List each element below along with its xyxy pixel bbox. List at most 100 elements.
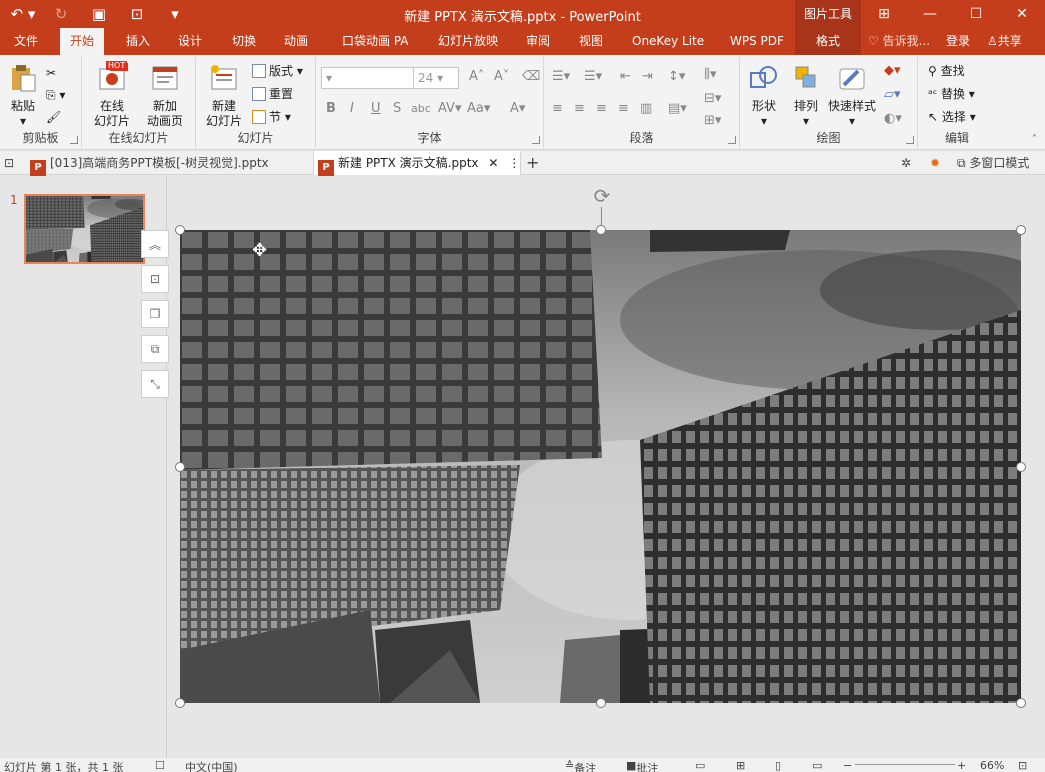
collapse-tools-icon[interactable]: ︽ — [141, 230, 169, 258]
resize-handle-top[interactable] — [596, 225, 606, 235]
share-button[interactable]: ♙共享 — [987, 28, 1022, 55]
tab-wps-pdf[interactable]: WPS PDF — [720, 28, 794, 55]
grow-font-icon[interactable]: A˄ — [469, 69, 484, 84]
picture-replace-icon[interactable]: ⧉ — [141, 335, 169, 363]
text-direction-icon[interactable]: ⫼▾ — [704, 67, 717, 82]
shape-fill-icon[interactable]: ◆▾ — [884, 63, 901, 78]
resize-icon[interactable]: ⤡ — [141, 370, 169, 398]
increase-indent-icon[interactable]: ⇥ — [642, 69, 653, 84]
new-animation-page-button[interactable]: 新加 动画页 — [140, 63, 190, 129]
distributed-icon[interactable]: ▥ — [640, 101, 652, 116]
find-button[interactable]: ⚲ 查找 — [928, 61, 965, 81]
font-size-combo[interactable]: 24 ▾ — [413, 67, 459, 89]
rotate-handle-icon[interactable]: ⟳ — [590, 184, 614, 208]
pin-icon[interactable]: ✲ — [901, 151, 911, 175]
resize-handle-bottom[interactable] — [596, 698, 606, 708]
crop-center-icon[interactable]: ⊡ — [141, 265, 169, 293]
font-name-combo[interactable]: ▾ — [321, 67, 417, 89]
zoom-level[interactable]: 66% — [980, 759, 1004, 772]
paste-button[interactable]: 粘贴 ▾ — [6, 63, 40, 129]
tab-pocket-animation[interactable]: 口袋动画 PA — [332, 28, 419, 55]
tab-format[interactable]: 格式 — [795, 28, 861, 55]
decrease-indent-icon[interactable]: ⇤ — [620, 69, 631, 84]
resize-handle-top-left[interactable] — [175, 225, 185, 235]
tab-review[interactable]: 审阅 — [516, 28, 560, 55]
format-painter-icon[interactable]: 🖌 — [46, 107, 61, 127]
bold-icon[interactable]: B — [326, 101, 336, 116]
font-color-icon[interactable]: A▾ — [510, 101, 525, 116]
tab-onekey-lite[interactable]: OneKey Lite — [622, 28, 714, 55]
comments-button[interactable]: ■ 批注 — [626, 759, 658, 772]
reading-view-icon[interactable]: ▯ — [775, 759, 781, 772]
maximize-icon[interactable]: ☐ — [953, 0, 999, 28]
columns-icon[interactable]: ▤▾ — [668, 101, 687, 116]
layout-button[interactable]: 版式 ▾ — [252, 61, 303, 81]
italic-icon[interactable]: I — [350, 101, 354, 116]
replace-button[interactable]: ᵃᶜ 替换 ▾ — [928, 84, 975, 104]
tell-me-box[interactable]: ♡ 告诉我... — [868, 28, 930, 55]
login-link[interactable]: 登录 — [946, 28, 970, 55]
drawing-launcher[interactable] — [906, 136, 914, 144]
shape-effects-icon[interactable]: ◐▾ — [884, 111, 902, 126]
quick-styles-button[interactable]: 快速样式 ▾ — [826, 63, 878, 129]
resize-handle-bottom-left[interactable] — [175, 698, 185, 708]
tab-slideshow[interactable]: 幻灯片放映 — [428, 28, 508, 55]
justify-icon[interactable]: ≡ — [618, 101, 629, 116]
char-spacing-icon[interactable]: AV▾ — [438, 101, 461, 116]
notes-button[interactable]: ≙ 备注 — [565, 759, 596, 772]
slide-sorter-icon[interactable]: ⊞ — [736, 759, 745, 772]
doc-tab-1[interactable]: P [013]高端商务PPT模板[-树灵视觉].pptx — [28, 151, 312, 176]
resize-handle-top-right[interactable] — [1016, 225, 1026, 235]
shrink-font-icon[interactable]: A˅ — [494, 69, 509, 84]
select-button[interactable]: ↖ 选择 ▾ — [928, 107, 976, 127]
slide-picture[interactable] — [180, 230, 1021, 703]
line-spacing-icon[interactable]: ↕▾ — [668, 69, 685, 84]
tab-animations[interactable]: 动画 — [274, 28, 318, 55]
zoom-slider[interactable] — [855, 764, 955, 765]
settings-gear-icon[interactable]: ✹ — [930, 151, 940, 175]
doc-tab-2[interactable]: P 新建 PPTX 演示文稿.pptx ✕ ⋮ — [313, 151, 521, 176]
cut-icon[interactable]: ✂ — [46, 63, 56, 83]
collapse-ribbon-icon[interactable]: ˄ — [1032, 134, 1037, 145]
underline-icon[interactable]: U — [371, 101, 381, 116]
copy-icon[interactable]: ⎘ ▾ — [46, 85, 65, 105]
tab-design[interactable]: 设计 — [168, 28, 212, 55]
zoom-out-icon[interactable]: − — [843, 759, 852, 772]
language-indicator[interactable]: 中文(中国) — [185, 759, 238, 772]
tab-file[interactable]: 文件 — [4, 28, 48, 55]
arrange-button[interactable]: 排列 ▾ — [786, 63, 826, 129]
layer-icon[interactable]: ❐ — [141, 300, 169, 328]
numbering-icon[interactable]: ☰▾ — [584, 69, 602, 84]
font-launcher[interactable] — [532, 136, 540, 144]
strikethrough-icon[interactable]: abc — [411, 102, 431, 115]
doc-tab-home-icon[interactable]: ⊡ — [4, 151, 14, 175]
clipboard-launcher[interactable] — [70, 136, 78, 144]
align-right-icon[interactable]: ≡ — [596, 101, 607, 116]
tab-view[interactable]: 视图 — [569, 28, 613, 55]
clear-format-icon[interactable]: ⌫ — [522, 69, 540, 84]
shapes-button[interactable]: 形状 ▾ — [744, 63, 784, 129]
multiwindow-button[interactable]: ⧉ 多窗口模式 — [957, 151, 1029, 175]
online-slide-button[interactable]: 在线 幻灯片 — [88, 63, 136, 129]
resize-handle-right[interactable] — [1016, 462, 1026, 472]
reset-button[interactable]: 重置 — [252, 84, 293, 104]
slide-thumbnail-1[interactable] — [24, 194, 145, 264]
zoom-in-icon[interactable]: + — [957, 759, 966, 772]
shape-outline-icon[interactable]: ▱▾ — [884, 87, 901, 102]
close-tab-icon[interactable]: ✕ — [488, 156, 498, 170]
tab-menu-icon[interactable]: ⋮ — [508, 156, 520, 170]
spellcheck-icon[interactable]: ☐ — [155, 759, 165, 772]
new-slide-button[interactable]: 新建 幻灯片 — [200, 63, 248, 129]
align-left-icon[interactable]: ≡ — [552, 101, 563, 116]
shadow-icon[interactable]: S — [393, 101, 401, 116]
align-text-icon[interactable]: ⊟▾ — [704, 91, 721, 106]
tab-insert[interactable]: 插入 — [116, 28, 160, 55]
resize-handle-left[interactable] — [175, 462, 185, 472]
paragraph-launcher[interactable] — [728, 136, 736, 144]
align-center-icon[interactable]: ≡ — [574, 101, 585, 116]
resize-handle-bottom-right[interactable] — [1016, 698, 1026, 708]
ribbon-display-options-icon[interactable]: ⊞ — [861, 0, 907, 28]
bullets-icon[interactable]: ☰▾ — [552, 69, 570, 84]
close-icon[interactable]: ✕ — [999, 0, 1045, 28]
tab-home[interactable]: 开始 — [60, 28, 105, 55]
